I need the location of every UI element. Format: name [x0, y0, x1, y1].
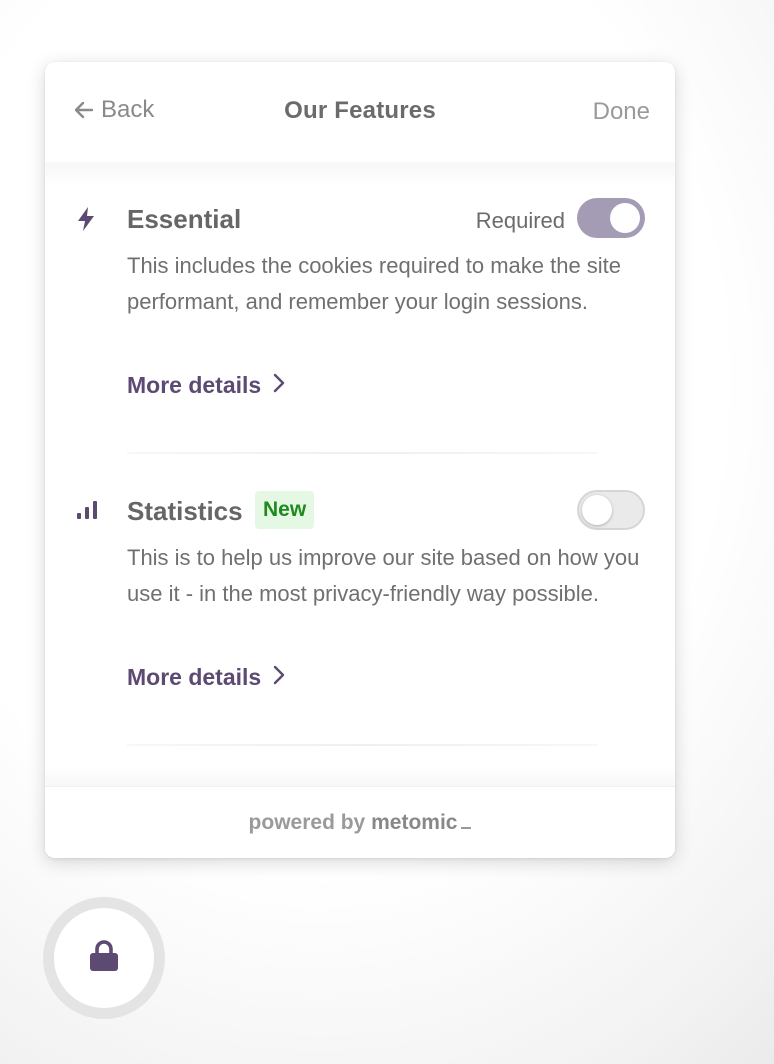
chevron-right-icon: [273, 664, 285, 691]
section-divider: [127, 744, 597, 746]
panel-header: Back Our Features Done: [45, 62, 675, 162]
lock-icon: [88, 939, 120, 978]
section-title: Essential: [127, 204, 242, 234]
more-details-link[interactable]: More details: [127, 664, 285, 691]
lock-button[interactable]: [43, 897, 165, 1019]
toggle-knob: [582, 495, 612, 525]
more-details-link[interactable]: More details: [127, 372, 285, 399]
section-title: Statistics: [127, 496, 243, 526]
bolt-icon: [75, 206, 97, 237]
section-divider: [127, 452, 597, 454]
powered-by-label: powered by: [248, 811, 366, 834]
section-description: This includes the cookies required to ma…: [127, 253, 622, 314]
section-description: This is to help us improve our site base…: [127, 545, 640, 606]
more-details-label: More details: [127, 664, 262, 690]
preferences-panel: Back Our Features Done Essential Require…: [45, 62, 675, 858]
essential-toggle[interactable]: [577, 198, 645, 238]
footer-divider: [45, 767, 675, 787]
done-button[interactable]: Done: [593, 98, 650, 126]
lock-button-inner: [54, 908, 154, 1008]
panel-footer: powered by metomic: [45, 786, 675, 858]
new-badge: New: [255, 491, 315, 529]
section-essential: Essential Required This includes the coo…: [45, 198, 675, 518]
toggle-knob: [610, 203, 640, 233]
bar-chart-icon: [75, 499, 99, 526]
statistics-toggle[interactable]: [577, 490, 645, 530]
chevron-right-icon: [273, 372, 285, 399]
page-title: Our Features: [284, 97, 436, 124]
powered-by[interactable]: powered by metomic: [45, 811, 675, 835]
required-label: Required: [475, 208, 565, 233]
section-statistics: Statistics New This is to help us improv…: [45, 490, 675, 790]
more-details-label: More details: [127, 372, 262, 398]
brand-name: metomic: [371, 811, 458, 834]
cursor-icon: [461, 827, 472, 829]
header-divider: [45, 162, 675, 186]
